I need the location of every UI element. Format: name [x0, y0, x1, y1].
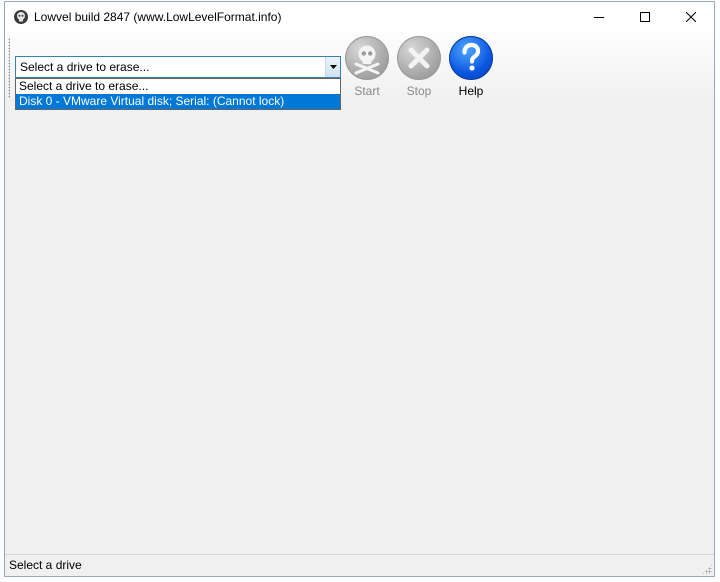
lowvel-skull-icon — [14, 10, 28, 24]
minimize-icon — [594, 17, 604, 18]
start-label: Start — [354, 84, 380, 98]
drive-option-disk-0[interactable]: Disk 0 - VMware Virtual disk; Serial: (C… — [16, 94, 340, 109]
stop-label: Stop — [406, 84, 432, 98]
skull-crossbones-icon — [354, 45, 380, 75]
close-icon — [686, 12, 696, 22]
stop-button[interactable]: Stop — [395, 36, 443, 98]
close-button[interactable] — [668, 2, 714, 32]
status-text: Select a drive — [9, 558, 82, 572]
dropdown-arrow-button[interactable] — [325, 57, 340, 77]
drive-option-placeholder[interactable]: Select a drive to erase... — [16, 79, 340, 94]
maximize-button[interactable] — [622, 2, 668, 32]
toolbar: Select a drive to erase... Select a driv… — [5, 32, 714, 110]
drive-select-value: Select a drive to erase... — [20, 60, 150, 74]
status-bar: Select a drive — [5, 554, 714, 576]
window-title: Lowvel build 2847 (www.LowLevelFormat.in… — [34, 10, 282, 24]
chevron-down-icon — [329, 65, 337, 69]
help-button[interactable]: Help — [447, 36, 495, 98]
drive-select[interactable]: Select a drive to erase... — [15, 56, 341, 78]
title-bar[interactable]: Lowvel build 2847 (www.LowLevelFormat.in… — [5, 2, 714, 32]
start-button[interactable]: Start — [343, 36, 391, 98]
drive-dropdown-list: Select a drive to erase... Disk 0 - VMwa… — [15, 78, 341, 110]
app-window: Lowvel build 2847 (www.LowLevelFormat.in… — [4, 1, 715, 577]
toolbar-grip[interactable] — [8, 38, 10, 98]
help-label: Help — [458, 84, 484, 98]
maximize-icon — [640, 12, 650, 22]
minimize-button[interactable] — [576, 2, 622, 32]
resize-grip[interactable] — [702, 564, 712, 574]
x-icon — [408, 47, 430, 69]
question-mark-icon — [462, 42, 481, 71]
